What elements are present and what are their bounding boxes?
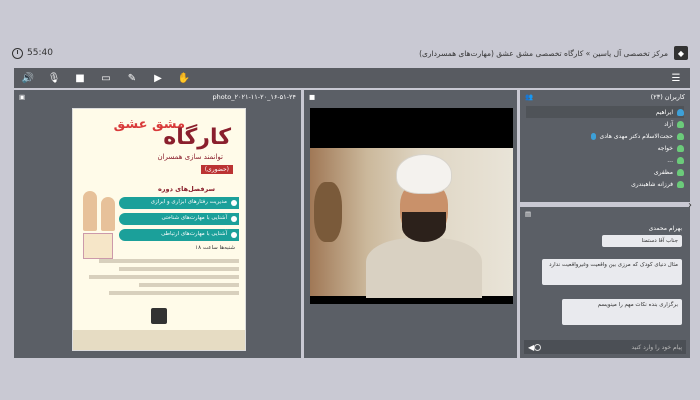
chat-input[interactable]: ◀ پیام خود را وارد کنید [524, 340, 686, 354]
poster-image: مشق عشق کارگاه توانمند سازی همسران (حضور… [72, 108, 246, 351]
poster-section-title: سرفصل‌های دوره [157, 185, 215, 193]
user-icon [677, 120, 684, 128]
clock-icon [12, 47, 23, 59]
chevron-right-icon[interactable]: › [688, 200, 692, 211]
camera-icon[interactable]: ■ [74, 72, 86, 84]
poster-subtitle: توانمند سازی همسران [157, 153, 223, 161]
session-title-text: مرکز تخصصی آل یاسین » کارگاه تخصصی مشق ع… [419, 48, 668, 58]
session-timer: 55:40 [12, 47, 53, 59]
poster-date: شنبه‌ها ساعت ۱۸ [195, 245, 235, 251]
poster-figures [81, 181, 119, 231]
poster-bullet: آشنایی با مهارت‌های ارتباطی [119, 229, 239, 241]
video-icon: ■ [309, 93, 316, 101]
user-icon [677, 156, 684, 164]
top-bar: 55:40 ◆ مرکز تخصصی آل یاسین » کارگاه تخص… [0, 40, 700, 66]
document-panel-header: ▣ photo_۲۰۲۱-۱۱-۲۰_۱۶-۵۱-۲۴ [14, 90, 301, 104]
chat-panel-header: ▤ [520, 207, 690, 221]
user-row[interactable]: ایراهیم [526, 106, 684, 118]
message-bubble: مثال دنیای کودک که مرزی بین واقعیت وغیرو… [542, 259, 682, 285]
user-row[interactable]: آزاد [526, 118, 684, 130]
chat-messages: بهرام محمدی جناب آقا دستمنا مثال دنیای ک… [520, 221, 690, 333]
user-name: حجت‌الاسلام دکتر مهدی هادی [599, 132, 673, 140]
emoji-icon[interactable] [534, 343, 542, 351]
app-logo-icon: ◆ [674, 46, 688, 60]
user-name: ایراهیم [655, 108, 673, 116]
chat-icon: ▤ [525, 210, 532, 218]
user-name: آزاد [664, 120, 673, 128]
poster-footer [73, 330, 245, 350]
document-filename: photo_۲۰۲۱-۱۱-۲۰_۱۶-۵۱-۲۴ [212, 93, 296, 101]
user-name: مظفری [653, 168, 673, 176]
users-panel-title: کاربران (۲۳) [650, 93, 685, 101]
menu-icon[interactable]: ☰ [670, 72, 682, 84]
user-icon [677, 144, 684, 152]
users-panel-header: 👥 کاربران (۲۳) [520, 90, 690, 104]
user-row[interactable]: ... [526, 154, 684, 166]
poster-title-big: کارگاه [163, 125, 231, 150]
user-row[interactable]: فرزانه شاهبندری [526, 178, 684, 190]
user-icon [677, 180, 684, 188]
message-bubble: برگزاری بنده نکات مهم را مینویسم [562, 299, 682, 325]
user-name: فرزانه شاهبندری [631, 180, 673, 188]
poster-logo [151, 308, 167, 324]
poster-bullet: مدیریت رفتارهای ابزاری و ابرازی [119, 197, 239, 209]
screen-share-icon[interactable]: ▭ [100, 72, 112, 84]
user-icon [677, 168, 684, 176]
hand-icon[interactable]: ✋ [178, 72, 190, 84]
play-icon[interactable]: ▶ [152, 72, 164, 84]
message-bubble: جناب آقا دستمنا [602, 235, 682, 247]
user-name: خواجه [657, 144, 673, 152]
users-panel: 👥 کاربران (۲۳) ایراهیم آزاد حجت‌الاسلام … [520, 90, 690, 202]
video-panel-header: ■ [304, 90, 517, 104]
user-icon [677, 132, 684, 140]
user-row[interactable]: حجت‌الاسلام دکتر مهدی هادی [526, 130, 684, 142]
document-panel: ▣ photo_۲۰۲۱-۱۱-۲۰_۱۶-۵۱-۲۴ مشق عشق کارگ… [14, 90, 301, 358]
timer-text: 55:40 [27, 48, 53, 58]
mic-icon [590, 132, 596, 140]
user-name: ... [667, 156, 673, 164]
user-row[interactable]: خواجه [526, 142, 684, 154]
video-panel: ■ [304, 90, 517, 358]
poster-badge: (حضوری) [200, 165, 233, 174]
chat-input-placeholder: پیام خود را وارد کنید [631, 343, 682, 351]
user-icon [677, 108, 684, 116]
session-title: ◆ مرکز تخصصی آل یاسین » کارگاه تخصصی مشق… [419, 46, 688, 60]
chat-panel: ▤ بهرام محمدی جناب آقا دستمنا مثال دنیای… [520, 207, 690, 358]
user-row[interactable]: مظفری [526, 166, 684, 178]
document-icon: ▣ [19, 93, 26, 101]
poster-bullet: آشنایی با مهارت‌های شناختی [119, 213, 239, 225]
message-author: بهرام محمدی [648, 225, 682, 232]
speaker-video [310, 108, 513, 304]
mic-off-icon[interactable]: 🎙 [48, 72, 61, 84]
users-list: ایراهیم آزاد حجت‌الاسلام دکتر مهدی هادی … [520, 104, 690, 192]
pen-icon[interactable]: ✎ [126, 72, 138, 84]
poster-stamp [83, 233, 113, 259]
users-icon: 👥 [525, 93, 534, 101]
speaker-icon[interactable]: 🔊 [22, 72, 34, 84]
main-toolbar: 🔊 🎙 ■ ▭ ✎ ▶ ✋ ☰ [14, 68, 690, 88]
